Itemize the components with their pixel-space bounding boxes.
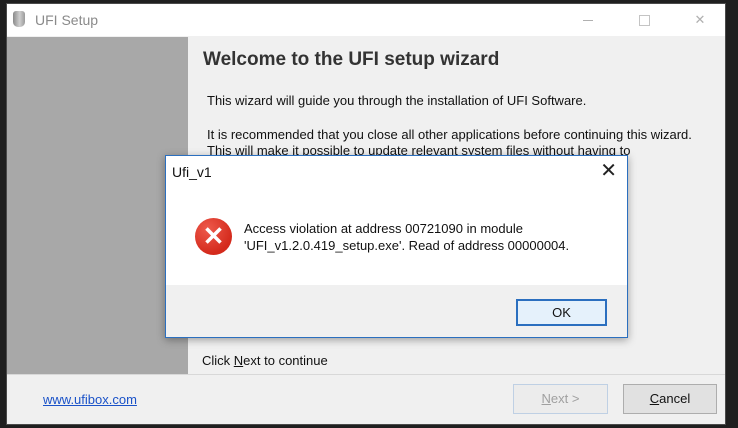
dialog-titlebar[interactable]: Ufi_v1 ✕ [166,156,627,188]
error-message: Access violation at address 00721090 in … [244,220,569,254]
maximize-button[interactable] [621,4,667,36]
dialog-body: ✕ Access violation at address 00721090 i… [166,188,627,285]
wizard-intro-text: This wizard will guide you through the i… [207,93,587,108]
next-mnemonic: N [541,391,551,406]
footer-divider [7,374,725,375]
error-message-line2: 'UFI_v1.2.0.419_setup.exe'. Read of addr… [244,238,570,253]
dialog-title: Ufi_v1 [172,164,212,180]
error-dialog: Ufi_v1 ✕ ✕ Access violation at address 0… [165,155,628,338]
maximize-icon [638,15,650,27]
error-message-line1: Access violation at address 00721090 in … [244,221,523,236]
click-next-instruction: Click Next to continue [202,353,328,368]
cancel-button[interactable]: Cancel [623,384,717,414]
wizard-heading: Welcome to the UFI setup wizard [203,49,500,70]
next-button[interactable]: Next > [513,384,608,414]
ok-button[interactable]: OK [516,299,607,326]
minimize-button[interactable] [565,4,611,36]
setup-titlebar[interactable]: UFI Setup ✕ [7,4,725,36]
window-title: UFI Setup [35,12,99,28]
dialog-close-button[interactable]: ✕ [600,161,617,181]
click-next-prefix: Click [202,353,234,368]
close-button[interactable]: ✕ [677,4,723,36]
cancel-label: ancel [659,391,691,406]
cancel-mnemonic: C [649,391,660,406]
minimize-icon [583,20,593,22]
click-next-suffix: ext to continue [243,353,328,368]
wizard-sidebar-banner [7,37,188,374]
click-next-mnemonic: N [233,353,244,368]
app-icon [13,11,25,27]
ufibox-website-link[interactable]: www.ufibox.com [43,392,137,407]
close-icon: ✕ [694,12,706,27]
error-icon: ✕ [195,218,232,255]
next-label: ext > [550,391,580,406]
close-icon: ✕ [600,160,617,182]
